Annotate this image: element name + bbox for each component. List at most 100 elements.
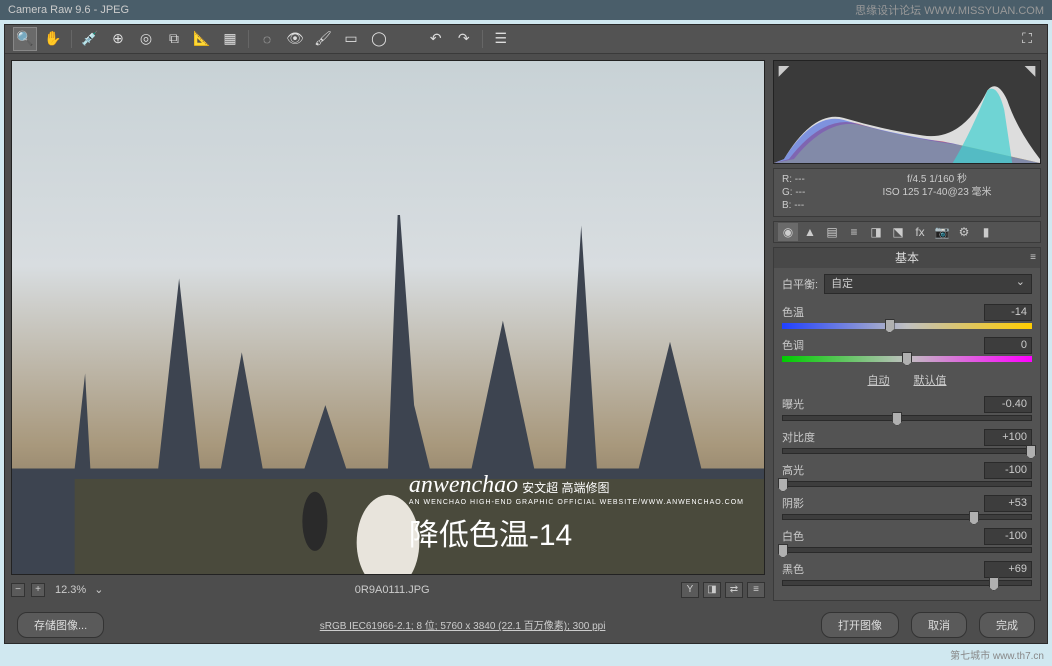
open-button[interactable]: 打开图像	[821, 612, 899, 638]
save-button[interactable]: 存储图像...	[17, 612, 104, 638]
slider-2[interactable]	[782, 481, 1032, 487]
compare-split-icon[interactable]: ◨	[703, 582, 721, 598]
slider-value-0[interactable]	[984, 396, 1032, 413]
redeye-tool-icon[interactable]: 👁	[283, 27, 307, 51]
tint-value[interactable]	[984, 337, 1032, 354]
targeted-adjust-icon[interactable]: ◎	[134, 27, 158, 51]
preview-image[interactable]: anwenchao 安文超 高端修图 AN WENCHAO HIGH-END GR…	[11, 60, 765, 575]
overlay-cn: 安文超 高端修图	[522, 481, 609, 495]
panel-title: 基本	[895, 249, 919, 266]
highlight-clip-icon[interactable]: ◥	[1022, 63, 1038, 79]
zoom-in-button[interactable]: +	[31, 583, 45, 597]
tab-fx-icon[interactable]: fx	[910, 223, 930, 241]
panel-menu-icon[interactable]: ≡	[1030, 252, 1036, 263]
titlebar: Camera Raw 9.6 - JPEG 思缘设计论坛 WWW.MISSYUA…	[0, 0, 1052, 20]
slider-label-2: 高光	[782, 462, 984, 478]
tab-hsl-icon[interactable]: ≡	[844, 223, 864, 241]
tint-slider[interactable]	[782, 356, 1032, 362]
info-box: R: --- G: --- B: --- f/4.5 1/160 秒 ISO 1…	[773, 168, 1041, 217]
tab-detail-icon[interactable]: ▤	[822, 223, 842, 241]
compare-y-icon[interactable]: Y	[681, 582, 699, 598]
temp-label: 色温	[782, 304, 984, 320]
graduated-filter-icon[interactable]: ▭	[339, 27, 363, 51]
swap-icon[interactable]: ⇄	[725, 582, 743, 598]
overlay-text: anwenchao 安文超 高端修图 AN WENCHAO HIGH-END GR…	[409, 472, 744, 554]
done-button[interactable]: 完成	[979, 612, 1035, 638]
tab-presets-icon[interactable]: ⚙	[954, 223, 974, 241]
panel-header: 基本 ≡	[774, 248, 1040, 268]
overlay-main: 降低色温-14	[409, 510, 744, 554]
info-iso: ISO 125 17-40@23 毫米	[842, 186, 1032, 199]
tab-snapshots-icon[interactable]: ▮	[976, 223, 996, 241]
slider-3[interactable]	[782, 514, 1032, 520]
preferences-icon[interactable]: ☰	[489, 27, 513, 51]
default-link[interactable]: 默认值	[914, 372, 947, 388]
radial-filter-icon[interactable]: ◯	[367, 27, 391, 51]
temp-value[interactable]	[984, 304, 1032, 321]
auto-link[interactable]: 自动	[868, 372, 890, 388]
histogram[interactable]: ◤ ◥	[773, 60, 1041, 164]
info-g: G: ---	[782, 186, 842, 199]
info-b: B: ---	[782, 199, 842, 212]
titlebar-right: 思缘设计论坛 WWW.MISSYUAN.COM	[855, 2, 1044, 18]
transform-tool-icon[interactable]: ▦	[218, 27, 242, 51]
white-balance-tool-icon[interactable]: 💉	[78, 27, 102, 51]
color-sampler-icon[interactable]: ⊕	[106, 27, 130, 51]
wb-label: 白平衡:	[782, 276, 818, 292]
panel-tabs: ◉ ▲ ▤ ≡ ◨ ⬔ fx 📷 ⚙ ▮	[773, 221, 1041, 243]
hand-tool-icon[interactable]: ✋	[41, 27, 65, 51]
tab-camera-icon[interactable]: 📷	[932, 223, 952, 241]
tab-basic-icon[interactable]: ◉	[778, 223, 798, 241]
slider-0[interactable]	[782, 415, 1032, 421]
slider-value-3[interactable]	[984, 495, 1032, 512]
slider-label-1: 对比度	[782, 429, 984, 445]
bottom-bar: 存储图像... sRGB IEC61966-2.1; 8 位; 5760 x 3…	[5, 607, 1047, 643]
format: JPEG	[100, 4, 129, 16]
tint-label: 色调	[782, 337, 984, 353]
content-area: anwenchao 安文超 高端修图 AN WENCHAO HIGH-END GR…	[5, 54, 1047, 607]
watermark: 第七城市 www.th7.cn	[950, 647, 1044, 662]
main-window: 🔍 ✋ 💉 ⊕ ◎ ⧉ 📐 ▦ ◌ 👁 🖌 ▭ ◯ ↶ ↷ ☰ ⛶	[4, 24, 1048, 644]
zoom-percent[interactable]: 12.3%	[55, 584, 86, 596]
slider-value-1[interactable]	[984, 429, 1032, 446]
info-aperture: f/4.5 1/160 秒	[842, 173, 1032, 186]
overlay-brand: anwenchao	[409, 472, 518, 498]
sliders-icon[interactable]: ≡	[747, 582, 765, 598]
rotate-cw-icon[interactable]: ↷	[452, 27, 476, 51]
slider-value-2[interactable]	[984, 462, 1032, 479]
app-name: Camera Raw 9.6	[8, 4, 91, 16]
preview-area: anwenchao 安文超 高端修图 AN WENCHAO HIGH-END GR…	[11, 60, 765, 601]
slider-label-0: 曝光	[782, 396, 984, 412]
wb-select[interactable]: 自定	[824, 274, 1032, 294]
tab-curve-icon[interactable]: ▲	[800, 223, 820, 241]
rotate-ccw-icon[interactable]: ↶	[424, 27, 448, 51]
preview-footer: − + 12.3% ⌄ 0R9A0111.JPG Y ◨ ⇄ ≡	[11, 579, 765, 601]
workflow-link[interactable]: sRGB IEC61966-2.1; 8 位; 5760 x 3840 (22.…	[116, 617, 809, 632]
slider-5[interactable]	[782, 580, 1032, 586]
tab-split-icon[interactable]: ◨	[866, 223, 886, 241]
zoom-tool-icon[interactable]: 🔍	[13, 27, 37, 51]
tab-lens-icon[interactable]: ⬔	[888, 223, 908, 241]
straighten-tool-icon[interactable]: 📐	[190, 27, 214, 51]
cancel-button[interactable]: 取消	[911, 612, 967, 638]
slider-label-4: 白色	[782, 528, 984, 544]
crop-tool-icon[interactable]: ⧉	[162, 27, 186, 51]
info-r: R: ---	[782, 173, 842, 186]
panel-body: 基本 ≡ 白平衡: 自定 色温	[773, 247, 1041, 601]
slider-4[interactable]	[782, 547, 1032, 553]
slider-value-5[interactable]	[984, 561, 1032, 578]
filename: 0R9A0111.JPG	[109, 584, 675, 596]
temp-slider[interactable]	[782, 323, 1032, 329]
slider-label-5: 黑色	[782, 561, 984, 577]
slider-1[interactable]	[782, 448, 1032, 454]
spot-removal-icon[interactable]: ◌	[255, 27, 279, 51]
adjustment-brush-icon[interactable]: 🖌	[311, 27, 335, 51]
overlay-sub: AN WENCHAO HIGH-END GRAPHIC OFFICIAL WEB…	[409, 499, 744, 506]
fullscreen-icon[interactable]: ⛶	[1015, 27, 1039, 51]
slider-value-4[interactable]	[984, 528, 1032, 545]
shadow-clip-icon[interactable]: ◤	[776, 63, 792, 79]
slider-label-3: 阴影	[782, 495, 984, 511]
zoom-out-button[interactable]: −	[11, 583, 25, 597]
toolbar: 🔍 ✋ 💉 ⊕ ◎ ⧉ 📐 ▦ ◌ 👁 🖌 ▭ ◯ ↶ ↷ ☰ ⛶	[5, 25, 1047, 54]
right-panel: ◤ ◥ R: --- G: --- B: --- f/4.5 1/	[773, 60, 1041, 601]
